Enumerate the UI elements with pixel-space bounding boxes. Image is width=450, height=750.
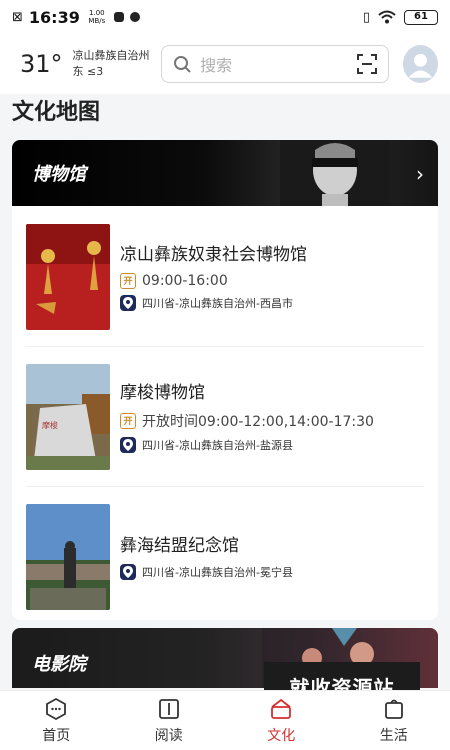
- divider: [26, 346, 424, 347]
- vibrate-icon: ▯: [362, 9, 370, 25]
- nav-read[interactable]: 阅读: [113, 691, 226, 750]
- chevron-right-icon[interactable]: ›: [416, 162, 424, 186]
- search-placeholder: 搜索: [200, 56, 233, 75]
- search-icon: [174, 56, 191, 73]
- weather-location: 凉山彝族自治州: [72, 49, 150, 62]
- header: 31° 凉山彝族自治州 东 ≤3 搜索: [0, 34, 450, 94]
- scan-icon[interactable]: [356, 53, 378, 75]
- divider: [26, 486, 424, 487]
- status-bar: ⊠ 16:39 1.00 MB/s ▯ 61: [0, 0, 450, 34]
- status-time: 16:39: [28, 7, 80, 27]
- bottom-nav: 首页 阅读 文化 生活: [0, 690, 450, 750]
- museum-name: 彝海结盟纪念馆: [120, 535, 239, 556]
- battery-indicator: 61: [404, 9, 438, 25]
- weather-info[interactable]: 凉山彝族自治州 东 ≤3: [73, 48, 158, 80]
- network-speed: 1.00 MB/s: [86, 9, 108, 25]
- museum-photo: [26, 224, 110, 330]
- museum-address: 四川省-凉山彝族自治州-冕宁县: [142, 565, 293, 579]
- list-item[interactable]: 凉山彝族奴隶社会博物馆 开 09:00-16:00 四川省-凉山彝族自治州-西昌…: [26, 224, 424, 332]
- nav-life[interactable]: 生活: [338, 691, 450, 750]
- cinema-banner-title: 电影院: [32, 654, 86, 675]
- book-icon: [158, 698, 179, 719]
- nav-home-label: 首页: [42, 727, 71, 744]
- open-hours-icon: 开: [120, 272, 136, 289]
- weather-wind: 东 ≤3: [72, 65, 104, 78]
- user-avatar-icon: [403, 46, 438, 82]
- museum-address: 四川省-凉山彝族自治州-西昌市: [142, 296, 293, 310]
- svg-text:摩梭: 摩梭: [42, 420, 58, 430]
- nav-life-label: 生活: [379, 727, 408, 744]
- nav-read-label: 阅读: [154, 727, 183, 744]
- nav-culture-label: 文化: [267, 727, 296, 744]
- museum-name: 凉山彝族奴隶社会博物馆: [120, 244, 307, 265]
- home-icon: [46, 697, 67, 720]
- museum-banner-title: 博物馆: [32, 164, 86, 185]
- list-item[interactable]: 彝海结盟纪念馆 四川省-凉山彝族自治州-冕宁县: [26, 504, 424, 612]
- museum-thumbnail: [26, 224, 110, 330]
- speed-value: 1.00: [89, 9, 105, 17]
- section-title: 文化地图: [12, 100, 101, 125]
- museum-banner[interactable]: 博物馆 ›: [12, 140, 438, 206]
- location-pin-icon: [120, 294, 136, 311]
- museum-thumbnail: 摩梭: [26, 364, 110, 470]
- weather-temperature[interactable]: 31°: [20, 50, 63, 78]
- museum-photo: [26, 504, 110, 610]
- museum-photo: 摩梭: [26, 364, 110, 470]
- life-icon: [384, 699, 403, 719]
- museum-address: 四川省-凉山彝族自治州-盐源县: [142, 438, 293, 452]
- avatar[interactable]: [403, 45, 438, 83]
- opening-hours: 09:00-16:00: [142, 272, 228, 289]
- nav-home[interactable]: 首页: [0, 691, 113, 750]
- museum-thumbnail: [26, 504, 110, 610]
- wifi-icon: [378, 10, 396, 24]
- museum-name: 摩梭博物馆: [120, 382, 205, 403]
- location-pin-icon: [120, 436, 136, 453]
- app-notification-icon-2: [129, 12, 140, 22]
- search-input[interactable]: 搜索: [161, 45, 390, 83]
- open-hours-icon: 开: [120, 412, 136, 429]
- nav-culture[interactable]: 文化: [225, 691, 338, 750]
- culture-icon: [271, 698, 292, 719]
- opening-hours: 开放时间09:00-12:00,14:00-17:30: [142, 413, 374, 430]
- speed-unit: MB/s: [88, 17, 106, 25]
- list-item[interactable]: 摩梭 摩梭博物馆 开 开放时间09:00-12:00,14:00-17:30 四…: [26, 364, 424, 472]
- location-pin-icon: [120, 563, 136, 580]
- museum-card: 博物馆 › 凉山彝族奴隶社会博物馆 开 09:00-16:00 四川省-凉山彝族…: [12, 140, 438, 620]
- app-notification-icon: [113, 12, 124, 22]
- statue-image: [280, 140, 390, 206]
- notification-icon: ⊠: [12, 9, 23, 25]
